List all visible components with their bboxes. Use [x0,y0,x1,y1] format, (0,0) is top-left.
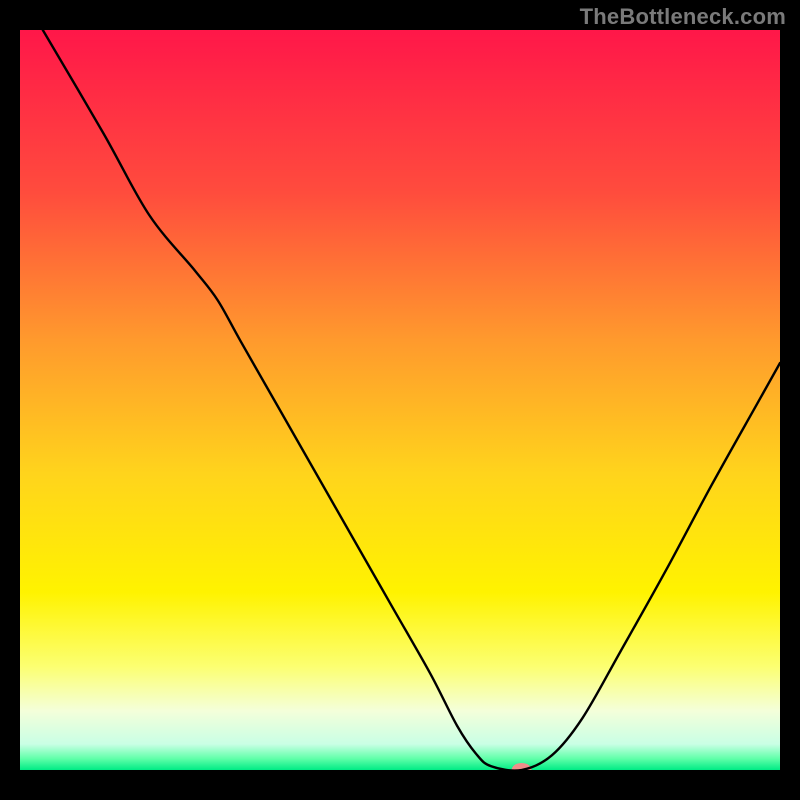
chart-svg [20,30,780,770]
chart-gradient-bg [20,30,780,770]
chart-plot-area [20,30,780,770]
watermark-text: TheBottleneck.com [580,4,786,30]
